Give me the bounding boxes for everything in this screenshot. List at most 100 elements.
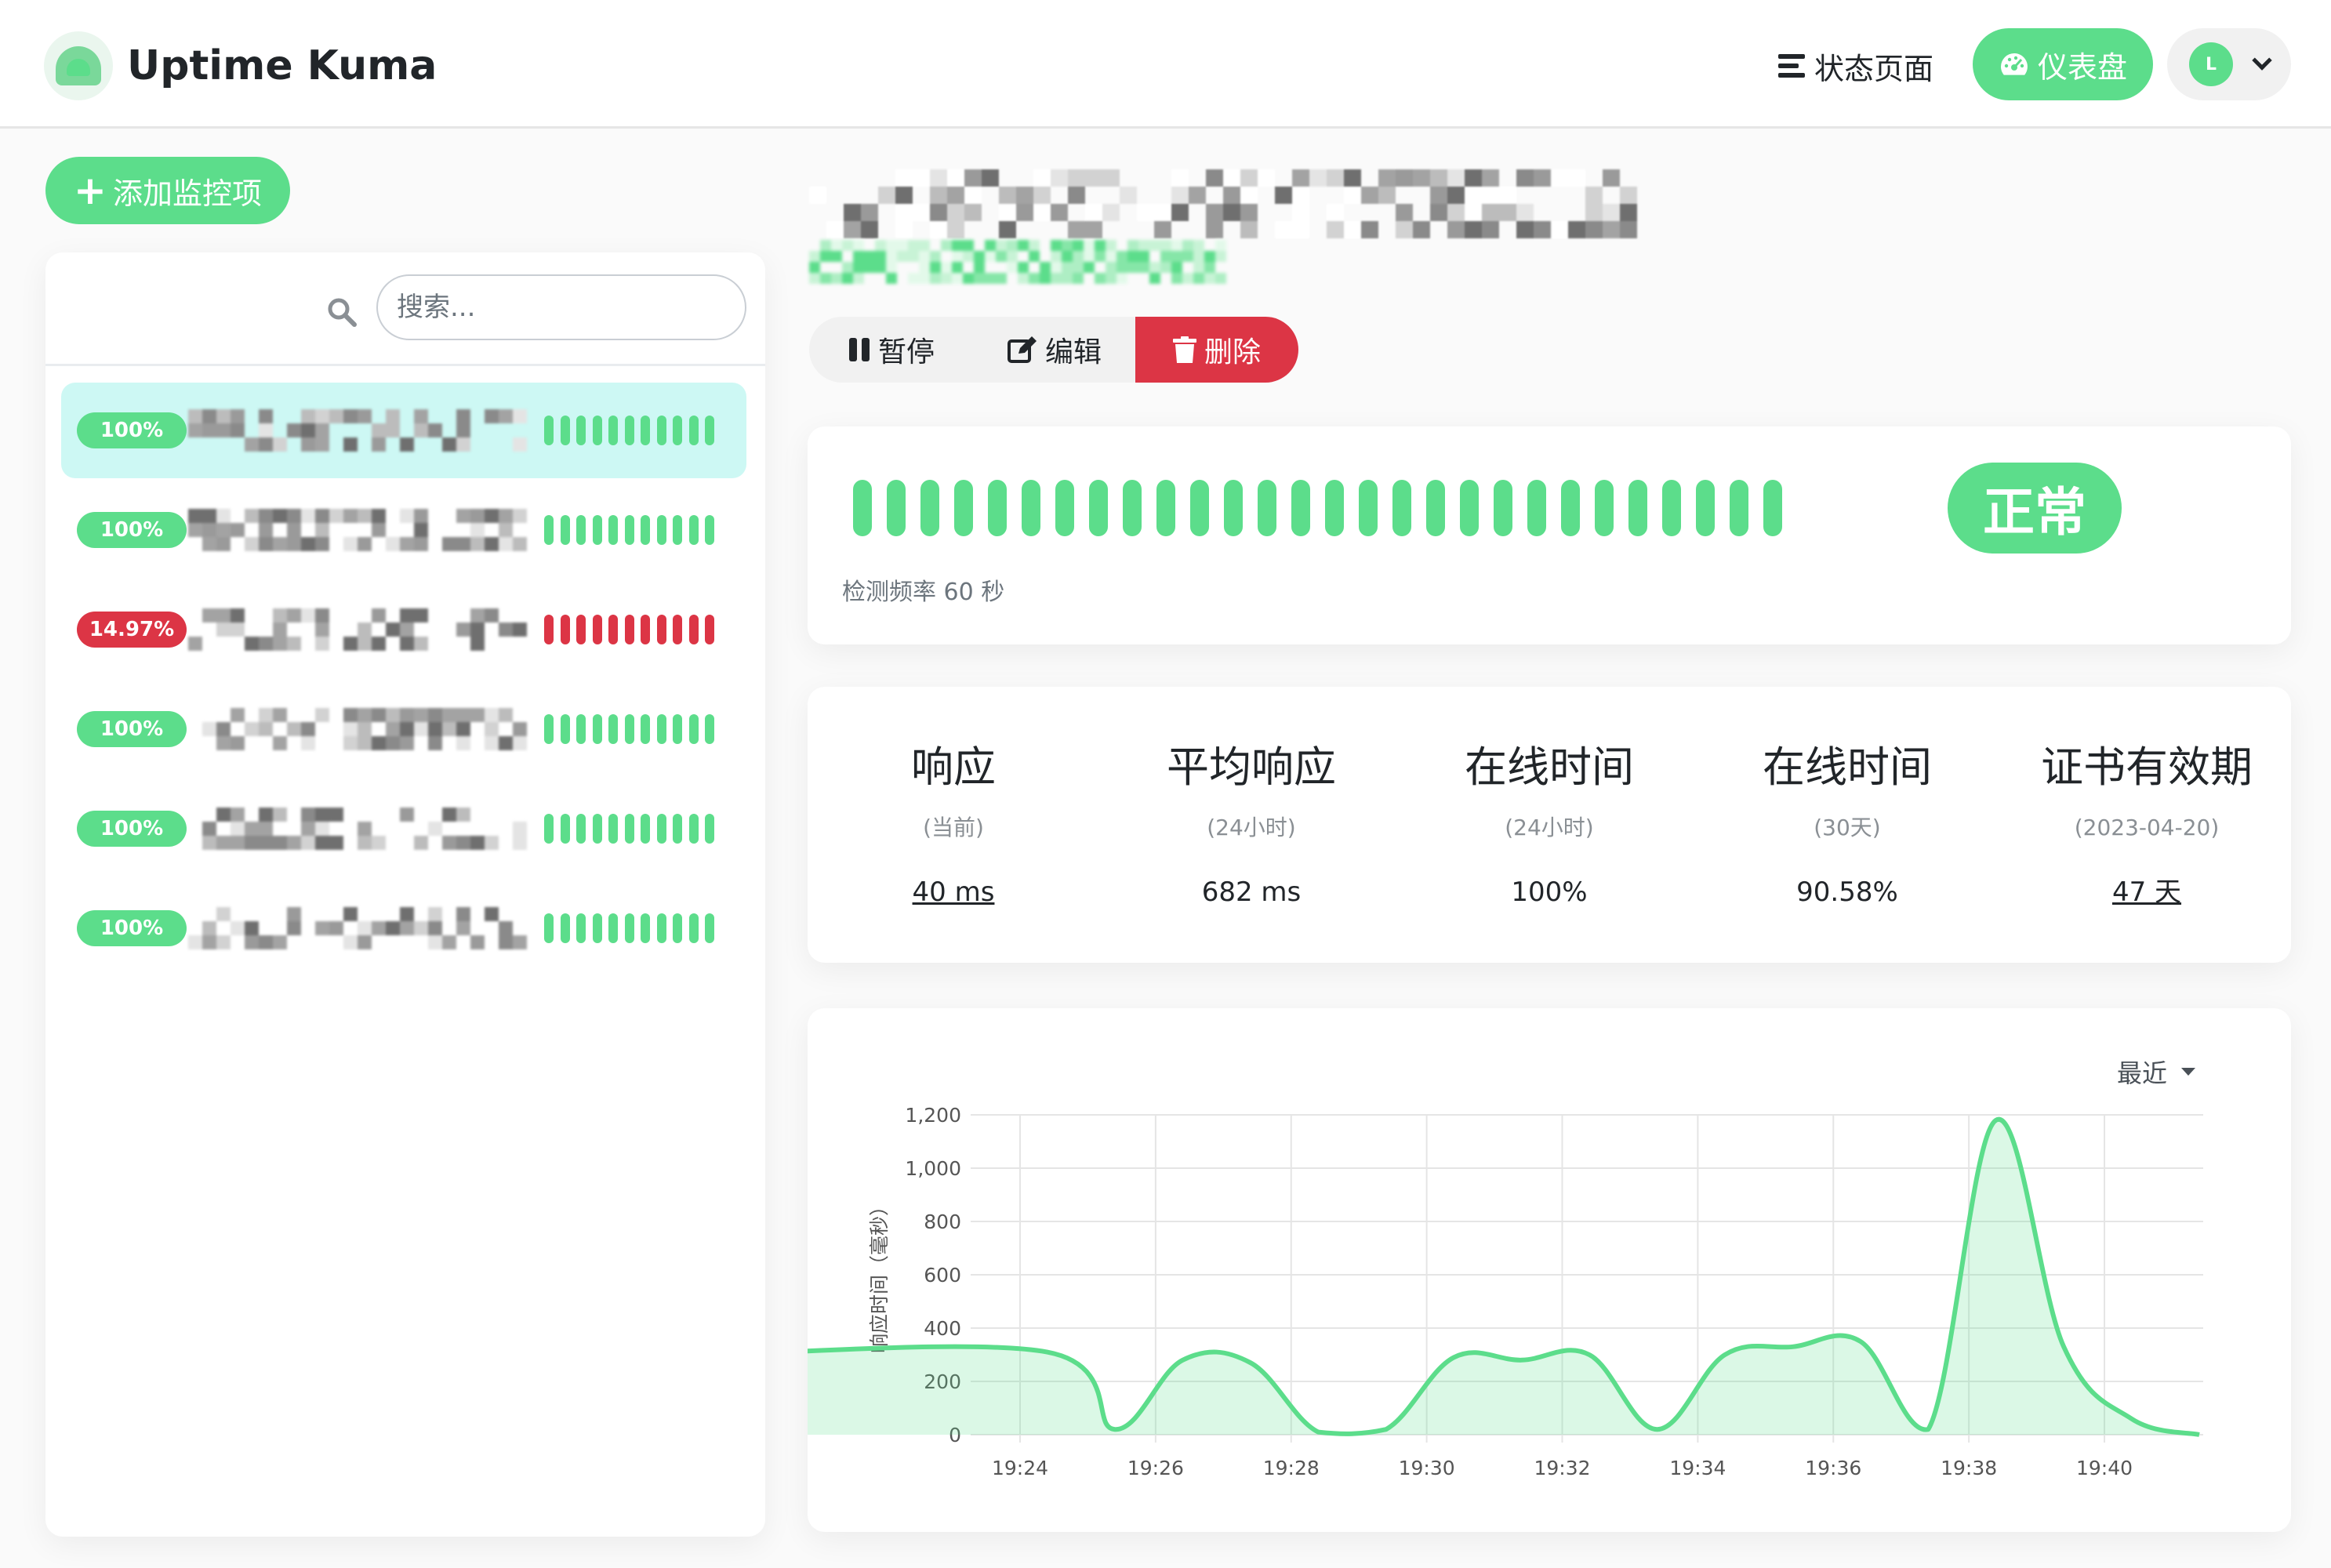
- stat-value: 682 ms: [1201, 877, 1302, 908]
- heartbeat-beat: [1224, 480, 1243, 536]
- stat-item: 在线时间 (30天) 90.58%: [1698, 739, 1996, 911]
- heartbeat-beat: [544, 416, 554, 445]
- heartbeat-bar: [853, 480, 1782, 536]
- monitor-list-item[interactable]: 100%: [61, 880, 746, 976]
- heartbeat-beat: [576, 814, 586, 844]
- heartbeat-beat: [641, 913, 650, 943]
- x-tick-label: 19:40: [2076, 1457, 2133, 1479]
- list-icon: [1778, 54, 1805, 78]
- heartbeat-beat: [560, 615, 570, 644]
- heartbeat-beat: [705, 714, 714, 744]
- mini-heartbeat-bar: [544, 416, 714, 445]
- monitor-name-redacted: [188, 907, 527, 949]
- monitor-list-item[interactable]: 100%: [61, 482, 746, 578]
- heartbeat-beat: [656, 416, 666, 445]
- trash-icon: [1172, 336, 1196, 363]
- monitor-list-item[interactable]: 100%: [61, 681, 746, 777]
- heartbeat-beat: [624, 515, 634, 545]
- add-monitor-button[interactable]: + 添加监控项: [45, 157, 290, 224]
- status-badge: 正常: [1948, 463, 2122, 554]
- heartbeat-beat: [688, 615, 699, 644]
- stat-item: 证书有效期 (2023-04-20) 47 天: [1998, 739, 2296, 911]
- monitor-list-item[interactable]: 100%: [61, 781, 746, 877]
- heartbeat-beat: [576, 515, 586, 545]
- heartbeat-beat: [656, 615, 666, 644]
- heartbeat-beat: [1156, 480, 1175, 536]
- monitor-list-item[interactable]: 100%: [61, 383, 746, 478]
- heartbeat-beat: [608, 814, 618, 844]
- edit-label: 编辑: [1044, 336, 1102, 368]
- heartbeat-beat: [673, 714, 682, 744]
- monitor-list-panel: 100% 100% 14.97% 100% 100% 100%: [45, 252, 765, 1537]
- search-input[interactable]: [376, 274, 746, 340]
- stat-item: 响应 (当前) 40 ms: [804, 739, 1102, 911]
- user-menu[interactable]: L: [2167, 28, 2291, 100]
- y-tick-label: 600: [924, 1264, 961, 1287]
- app-title[interactable]: Uptime Kuma: [127, 38, 437, 94]
- heartbeat-beat: [705, 814, 714, 844]
- monitor-list-item[interactable]: 14.97%: [61, 582, 746, 677]
- monitor-name-redacted: [188, 808, 527, 850]
- heartbeat-beat: [560, 515, 570, 545]
- heartbeat-beat: [560, 913, 570, 943]
- stat-value[interactable]: 47 天: [1998, 873, 2296, 911]
- heartbeat-beat: [656, 515, 666, 545]
- pause-button[interactable]: 暂停: [809, 317, 974, 383]
- chevron-down-icon: [2252, 50, 2272, 71]
- x-tick-label: 19:24: [992, 1457, 1048, 1479]
- heartbeat-beat: [656, 913, 666, 943]
- monitor-actions: 暂停 编辑 删除: [809, 317, 1298, 383]
- stat-title: 在线时间: [1763, 742, 1932, 792]
- stat-value: 100%: [1511, 877, 1588, 908]
- heartbeat-beat: [560, 714, 570, 744]
- heartbeat-beat: [1022, 480, 1040, 536]
- heartbeat-beat: [920, 480, 939, 536]
- heartbeat-beat: [988, 480, 1007, 536]
- heartbeat-beat: [592, 615, 602, 644]
- heartbeat-beat: [1426, 480, 1445, 536]
- heartbeat-beat: [1359, 480, 1378, 536]
- uptime-badge: 100%: [77, 711, 187, 747]
- monitor-name-redacted: [809, 169, 1637, 238]
- heartbeat-beat: [576, 615, 586, 644]
- stats-card: 响应 (当前) 40 ms 平均响应 (24小时) 682 ms 在线时间 (24小时) 100…: [808, 687, 2291, 963]
- heartbeat-beat: [641, 615, 650, 644]
- divider: [45, 364, 765, 366]
- heartbeat-beat: [624, 416, 634, 445]
- heartbeat-beat: [656, 814, 666, 844]
- edit-button[interactable]: 编辑: [974, 317, 1135, 383]
- heartbeat-beat: [624, 714, 634, 744]
- y-tick-label: 800: [924, 1210, 961, 1233]
- x-tick-label: 19:36: [1805, 1457, 1861, 1479]
- y-axis-label: 响应时间（毫秒）: [868, 1196, 891, 1353]
- heartbeat-beat: [656, 714, 666, 744]
- status-page-label: 状态页面: [1814, 51, 1934, 86]
- pause-icon: [848, 338, 870, 361]
- heartbeat-beat: [544, 714, 554, 744]
- stat-subtitle: (2023-04-20): [2074, 815, 2220, 840]
- tachometer-icon: [2000, 53, 2028, 75]
- uptime-kuma-logo-icon[interactable]: [44, 31, 113, 100]
- heartbeat-beat: [1258, 480, 1276, 536]
- uptime-badge: 100%: [77, 910, 187, 946]
- stat-value[interactable]: 40 ms: [804, 873, 1102, 911]
- delete-button[interactable]: 删除: [1135, 317, 1298, 383]
- monitor-name-redacted: [188, 409, 527, 452]
- mini-heartbeat-bar: [544, 913, 714, 943]
- check-interval-text: 检测频率 60 秒: [842, 579, 1005, 606]
- stat-title: 平均响应: [1167, 742, 1336, 792]
- status-page-link[interactable]: 状态页面: [1778, 44, 1933, 88]
- heartbeat-beat: [705, 615, 714, 644]
- heartbeat-beat: [673, 913, 682, 943]
- monitor-url-redacted[interactable]: [809, 240, 1226, 284]
- monitor-name-redacted: [188, 708, 527, 750]
- heartbeat-beat: [560, 814, 570, 844]
- heartbeat-beat: [688, 416, 699, 445]
- heartbeat-beat: [1696, 480, 1715, 536]
- heartbeat-beat: [954, 480, 973, 536]
- heartbeat-beat: [560, 416, 570, 445]
- heartbeat-beat: [673, 416, 682, 445]
- x-tick-label: 19:30: [1399, 1457, 1455, 1479]
- stat-title: 证书有效期: [2041, 742, 2253, 792]
- dashboard-button[interactable]: 仪表盘: [1973, 28, 2153, 100]
